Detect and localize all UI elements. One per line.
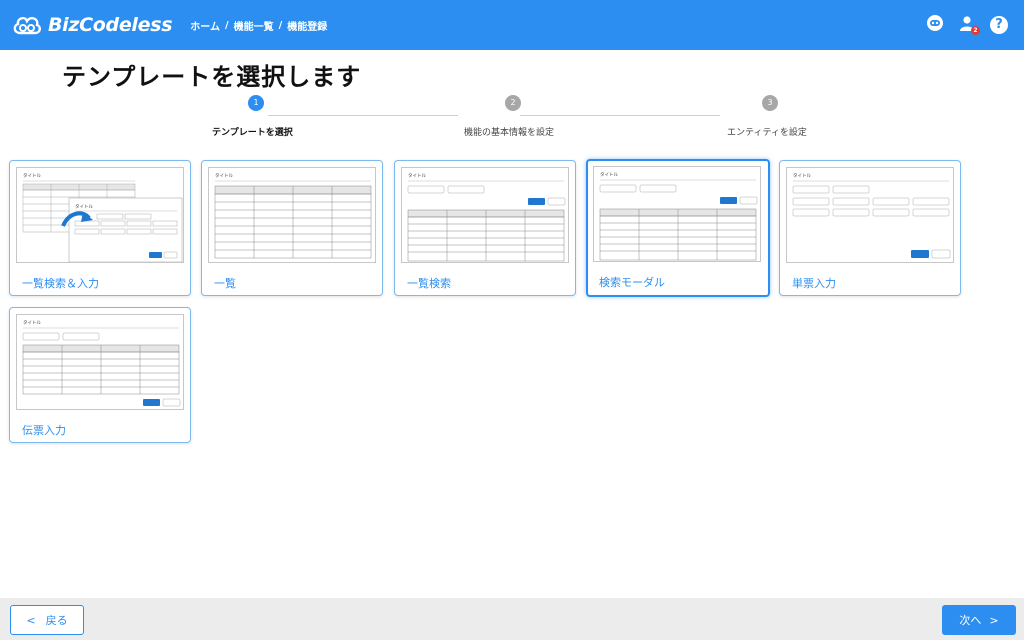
thumb-title: タイトル bbox=[23, 319, 41, 326]
step-2-label: 機能の基本情報を設定 bbox=[464, 128, 555, 138]
footer-bar bbox=[0, 598, 1024, 640]
step-3-indicator: 3 bbox=[762, 95, 778, 111]
template-thumbnail: タイトル bbox=[16, 314, 184, 410]
template-card-list-search[interactable]: タイトル 一覧検索 bbox=[394, 160, 576, 296]
assistant-button[interactable] bbox=[924, 14, 946, 36]
template-card-label: 検索モーダル bbox=[599, 276, 665, 289]
step-1-indicator: 1 bbox=[248, 95, 264, 111]
template-card-single-form[interactable]: タイトル 単票入力 bbox=[779, 160, 961, 296]
step-2-indicator: 2 bbox=[505, 95, 521, 111]
template-thumbnail: タイトル bbox=[593, 166, 761, 262]
step-connector bbox=[268, 115, 458, 116]
logo-icon bbox=[12, 13, 42, 37]
breadcrumb: ホーム / 機能一覧 / 機能登録 bbox=[190, 18, 327, 33]
next-button-label: 次へ bbox=[959, 614, 982, 627]
breadcrumb-function-register: 機能登録 bbox=[287, 21, 328, 33]
thumb-title: タイトル bbox=[408, 172, 426, 179]
help-button[interactable]: ? bbox=[988, 14, 1010, 36]
thumb-title: タイトル bbox=[75, 203, 93, 210]
notification-badge: 2 bbox=[971, 26, 980, 35]
chevron-left-icon: < bbox=[26, 613, 36, 627]
thumb-title: タイトル bbox=[793, 172, 811, 179]
template-card-list[interactable]: タイトル 一覧 bbox=[201, 160, 383, 296]
header-actions: 2 ? bbox=[924, 14, 1010, 36]
template-thumbnail: タイトル bbox=[786, 167, 954, 263]
template-card-label: 単票入力 bbox=[792, 277, 836, 290]
chevron-right-icon: > bbox=[989, 613, 999, 627]
template-card-label: 一覧 bbox=[214, 277, 236, 290]
app-header: BizCodeless ホーム / 機能一覧 / 機能登録 2 ? bbox=[0, 0, 1024, 50]
template-thumbnail: タイトル bbox=[208, 167, 376, 263]
help-icon: ? bbox=[990, 16, 1008, 34]
step-3-label: エンティティを設定 bbox=[727, 128, 807, 138]
breadcrumb-home[interactable]: ホーム bbox=[190, 18, 220, 33]
thumb-title: タイトル bbox=[23, 172, 41, 179]
template-thumbnail: タイトル タイトル bbox=[16, 167, 184, 263]
template-card-label: 一覧検索＆入力 bbox=[22, 277, 99, 290]
breadcrumb-separator: / bbox=[224, 19, 229, 31]
breadcrumb-function-list[interactable]: 機能一覧 bbox=[234, 18, 274, 33]
step-1-label: テンプレートを選択 bbox=[212, 128, 293, 138]
template-card-slip-input[interactable]: タイトル 伝票入力 bbox=[9, 307, 191, 443]
thumb-title: タイトル bbox=[600, 171, 618, 178]
template-card-search-modal[interactable]: タイトル 検索モーダル bbox=[586, 159, 770, 297]
template-card-list-search-input[interactable]: タイトル タイトル 一覧検索＆入力 bbox=[9, 160, 191, 296]
template-card-label: 一覧検索 bbox=[407, 277, 451, 290]
page-title: テンプレートを選択します bbox=[62, 63, 362, 91]
user-button[interactable]: 2 bbox=[956, 14, 980, 36]
template-card-label: 伝票入力 bbox=[22, 424, 66, 437]
back-button[interactable]: < 戻る bbox=[10, 605, 84, 635]
assistant-icon bbox=[925, 13, 945, 37]
step-connector bbox=[520, 115, 720, 116]
thumb-title: タイトル bbox=[215, 172, 233, 179]
next-button[interactable]: 次へ > bbox=[942, 605, 1016, 635]
breadcrumb-separator: / bbox=[278, 19, 283, 31]
template-thumbnail: タイトル bbox=[401, 167, 569, 263]
back-button-label: 戻る bbox=[45, 614, 68, 627]
logo[interactable]: BizCodeless bbox=[12, 13, 173, 37]
brand-name: BizCodeless bbox=[48, 14, 173, 36]
